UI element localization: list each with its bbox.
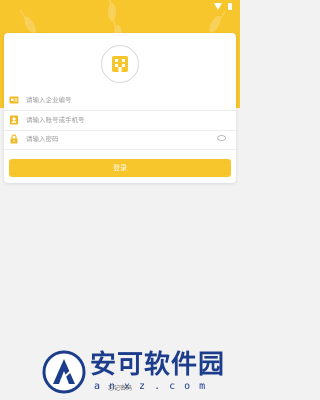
wifi-icon	[214, 2, 222, 10]
account-field[interactable]	[4, 110, 236, 131]
company-code-field[interactable]	[4, 90, 236, 111]
id-card-icon	[9, 96, 19, 104]
password-input[interactable]	[26, 135, 206, 143]
watermark-title: 安可软件园	[90, 350, 226, 380]
watermark: 安可软件园 anxz.com	[42, 350, 238, 398]
app-logo	[101, 45, 139, 83]
anxz-logo-icon	[42, 350, 86, 394]
status-bar	[214, 1, 232, 11]
building-icon	[112, 56, 128, 72]
account-input[interactable]	[26, 116, 206, 124]
user-badge-icon	[10, 115, 18, 125]
login-button[interactable]: 登录	[9, 159, 231, 177]
battery-icon	[228, 2, 232, 10]
lock-icon	[10, 134, 18, 144]
forgot-password-link[interactable]: 忘记密码	[108, 383, 132, 392]
password-field[interactable]	[4, 129, 236, 150]
company-code-input[interactable]	[26, 96, 206, 104]
login-card: 登录	[4, 33, 236, 183]
eye-icon[interactable]	[217, 135, 226, 141]
